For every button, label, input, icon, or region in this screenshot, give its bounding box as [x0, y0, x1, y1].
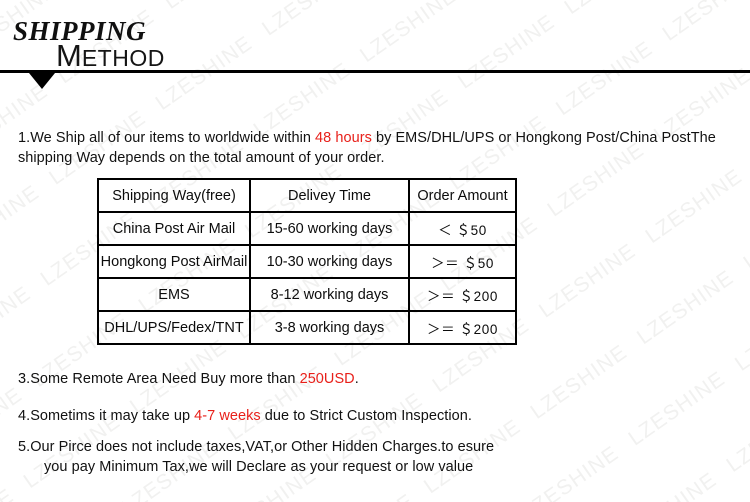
shipping-note-4: 4.Sometims it may take up 4-7 weeks due …	[18, 406, 668, 426]
table-row: EMS 8-12 working days ＞＝ ＄200	[97, 277, 517, 312]
table-cell-shipping-way: EMS	[97, 277, 251, 312]
shipping-methods-table: Shipping Way(free) Delivey Time Order Am…	[97, 178, 517, 345]
triangle-down-icon	[29, 73, 55, 89]
shipping-note-5-line1: 5.Our Pirce does not include taxes,VAT,o…	[18, 439, 495, 455]
table-cell-delivery-time: 10-30 working days	[249, 244, 410, 279]
table-cell-shipping-way: DHL/UPS/Fedex/TNT	[97, 310, 251, 345]
shipping-note-4-highlight: 4-7 weeks	[194, 408, 261, 424]
table-header-order-amount: Order Amount	[408, 178, 517, 213]
shipping-note-5: 5.Our Pirce does not include taxes,VAT,o…	[18, 437, 678, 477]
table-header-shipping-way: Shipping Way(free)	[97, 178, 251, 213]
shipping-note-4-prefix: 4.Sometims it may take up	[18, 408, 195, 424]
shipping-note-1: 1.We Ship all of our items to worldwide …	[18, 128, 734, 168]
shipping-note-3-prefix: 3.Some Remote Area Need Buy more than	[18, 371, 300, 387]
shipping-note-5-line2: you pay Minimum Tax,we will Declare as y…	[44, 459, 474, 475]
page-title-method-rest: ETHOD	[81, 45, 165, 71]
header-divider-rule	[0, 70, 750, 73]
table-cell-shipping-way: China Post Air Mail	[97, 211, 251, 246]
table-cell-delivery-time: 15-60 working days	[249, 211, 410, 246]
table-cell-order-amount: ＞＝ ＄200	[408, 310, 517, 345]
shipping-note-3: 3.Some Remote Area Need Buy more than 25…	[18, 369, 668, 389]
table-header-row: Shipping Way(free) Delivey Time Order Am…	[97, 178, 517, 213]
table-cell-delivery-time: 8-12 working days	[249, 277, 410, 312]
page-content: SHIPPING METHOD 1.We Ship all of our ite…	[0, 0, 750, 502]
table-row: DHL/UPS/Fedex/TNT 3-8 working days ＞＝ ＄2…	[97, 310, 517, 345]
shipping-note-4-suffix: due to Strict Custom Inspection.	[260, 408, 472, 424]
table-cell-delivery-time: 3-8 working days	[249, 310, 410, 345]
shipping-note-1-prefix: 1.We Ship all of our items to worldwide …	[18, 130, 316, 146]
page-title-method-cap: M	[56, 38, 82, 73]
table-header-delivery-time: Delivey Time	[249, 178, 410, 213]
page-title-method: METHOD	[56, 40, 165, 71]
shipping-note-1-highlight: 48 hours	[315, 130, 372, 146]
table-cell-order-amount: ＞＝ ＄50	[408, 244, 517, 279]
shipping-note-3-suffix: .	[354, 371, 359, 387]
table-row: Hongkong Post AirMail 10-30 working days…	[97, 244, 517, 279]
table-cell-order-amount: ＞＝ ＄200	[408, 277, 517, 312]
table-cell-order-amount: ＜ ＄50	[408, 211, 517, 246]
table-cell-shipping-way: Hongkong Post AirMail	[97, 244, 251, 279]
shipping-note-3-highlight: 250USD	[299, 371, 355, 387]
table-row: China Post Air Mail 15-60 working days ＜…	[97, 211, 517, 246]
page-header: SHIPPING METHOD	[0, 0, 750, 92]
